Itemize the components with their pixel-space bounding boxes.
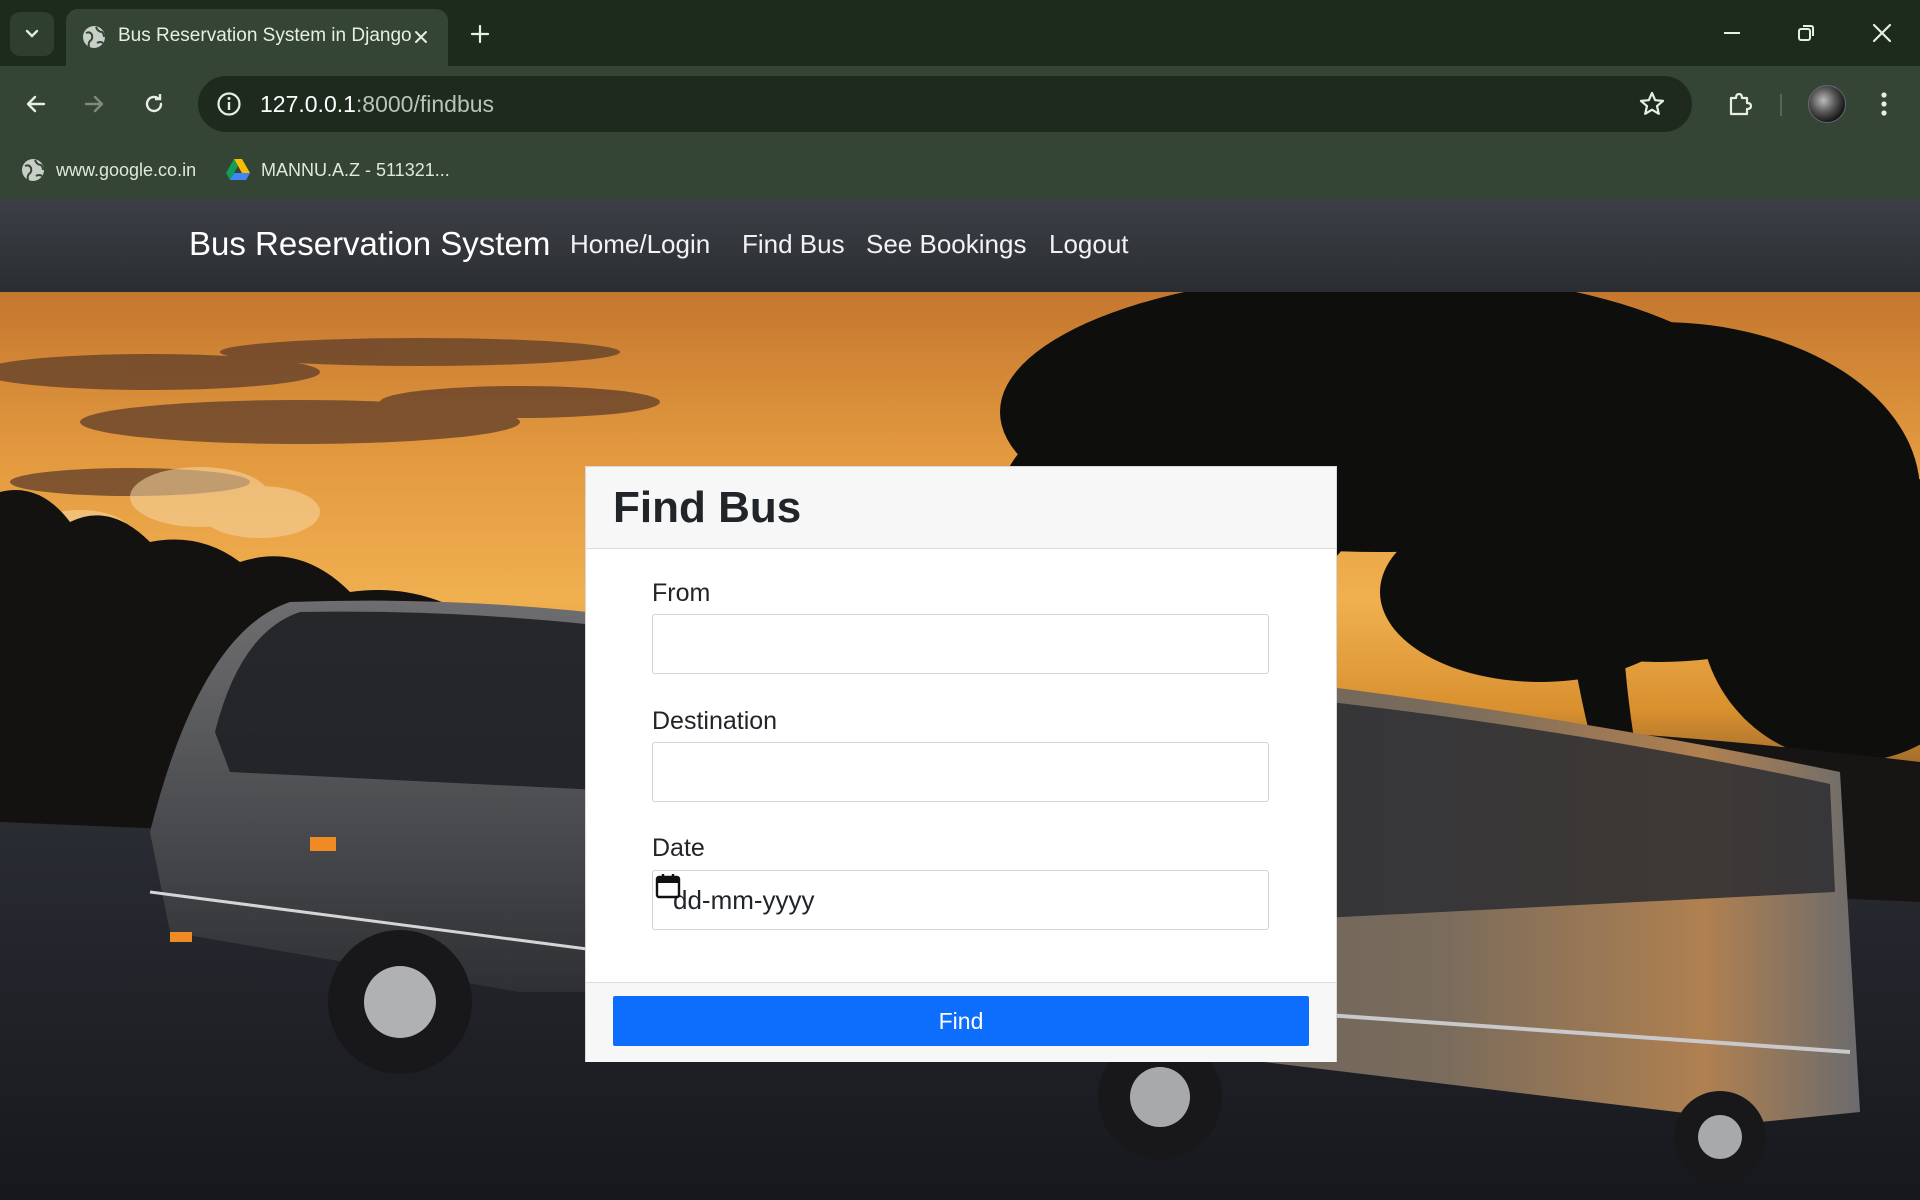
browser-toolbar: 127.0.0.1:8000/findbus (0, 66, 1920, 141)
bookmark-label: www.google.co.in (56, 159, 197, 180)
site-info-button[interactable] (212, 87, 246, 121)
plus-icon (470, 24, 490, 44)
tab-title: Bus Reservation System in Django (118, 25, 412, 46)
find-bus-card: Find Bus From Destination Date dd-mm-yyy… (585, 466, 1337, 1062)
star-icon (1639, 91, 1665, 115)
bookmark-google[interactable]: www.google.co.in (20, 151, 196, 189)
close-icon (415, 31, 427, 43)
page-viewport: Bus Reservation System Home/Login Find B… (0, 199, 1920, 1200)
toolbar-divider (1780, 94, 1782, 116)
calendar-icon[interactable] (653, 871, 683, 901)
arrow-left-icon (26, 95, 46, 113)
globe-icon (22, 159, 44, 181)
destination-input[interactable] (652, 742, 1269, 802)
new-tab-button[interactable] (462, 16, 498, 52)
browser-tab-strip: Bus Reservation System in Django (0, 0, 1920, 66)
navbar-brand[interactable]: Bus Reservation System (189, 225, 550, 263)
destination-label: Destination (652, 707, 778, 735)
nav-link-home-login[interactable]: Home/Login (570, 229, 710, 260)
nav-link-find-bus[interactable]: Find Bus (742, 229, 845, 260)
from-label: From (652, 579, 711, 607)
bookmarks-bar: www.google.co.in MANNU.A.Z - 511321... (0, 141, 1920, 199)
forward-button[interactable] (72, 82, 116, 126)
restore-icon (1798, 25, 1814, 41)
arrow-right-icon (84, 95, 104, 113)
tab-search-button[interactable] (10, 12, 54, 56)
profile-avatar[interactable] (1808, 85, 1846, 123)
bookmark-star-button[interactable] (1636, 88, 1668, 120)
site-navbar: Bus Reservation System Home/Login Find B… (0, 199, 1920, 292)
close-icon (1872, 23, 1892, 43)
card-header: Find Bus (586, 467, 1336, 549)
puzzle-piece-icon (1729, 92, 1753, 116)
minimize-icon (1724, 32, 1740, 34)
find-button[interactable]: Find (613, 996, 1309, 1046)
nav-link-logout[interactable]: Logout (1049, 229, 1129, 260)
chevron-down-icon (25, 29, 39, 38)
info-icon (217, 92, 241, 116)
reload-icon (145, 94, 163, 113)
google-drive-icon (226, 159, 250, 180)
more-vert-icon (1881, 92, 1887, 116)
extensions-button[interactable] (1718, 82, 1762, 126)
card-footer: Find (586, 982, 1336, 1062)
url-host: 127.0.0.1 (260, 91, 356, 117)
back-button[interactable] (14, 82, 58, 126)
globe-icon (83, 26, 105, 48)
reload-button[interactable] (132, 82, 176, 126)
restore-button[interactable] (1776, 8, 1836, 58)
hero-background-image: Find Bus From Destination Date dd-mm-yyy… (0, 292, 1920, 1200)
tab-close-button[interactable] (406, 22, 436, 52)
date-label: Date (652, 834, 705, 862)
bookmark-drive[interactable]: MANNU.A.Z - 511321... (225, 151, 450, 189)
date-input[interactable]: dd-mm-yyyy (652, 870, 1269, 930)
from-input[interactable] (652, 614, 1269, 674)
browser-tab-active[interactable]: Bus Reservation System in Django (66, 9, 448, 66)
nav-link-see-bookings[interactable]: See Bookings (866, 229, 1026, 260)
page-title: Find Bus (613, 483, 802, 532)
close-window-button[interactable] (1852, 8, 1912, 58)
url-text[interactable]: 127.0.0.1:8000/findbus (260, 91, 494, 118)
date-placeholder: dd-mm-yyyy (673, 885, 815, 915)
address-bar[interactable]: 127.0.0.1:8000/findbus (198, 76, 1692, 132)
browser-menu-button[interactable] (1868, 82, 1900, 126)
url-path: :8000/findbus (355, 91, 495, 117)
minimize-button[interactable] (1702, 8, 1762, 58)
bookmark-label: MANNU.A.Z - 511321... (261, 159, 450, 180)
